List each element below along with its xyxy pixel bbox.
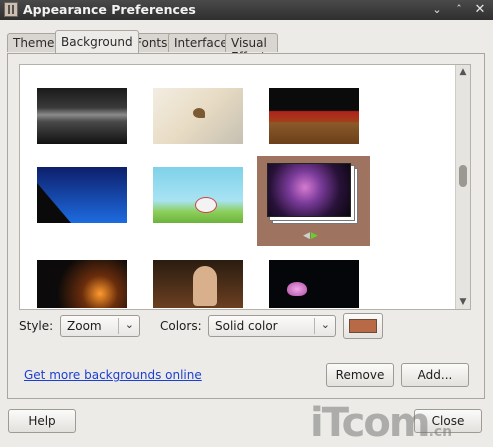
- tab-interface[interactable]: Interface: [168, 33, 234, 52]
- tab-label: Theme: [13, 36, 55, 50]
- chevron-down-icon[interactable]: ⌄: [429, 2, 445, 18]
- tab-label: Background: [61, 35, 133, 49]
- wallpaper-thumbnail[interactable]: [153, 167, 243, 223]
- close-icon[interactable]: ✕: [472, 2, 488, 18]
- scroll-down-icon[interactable]: ▼: [456, 296, 470, 308]
- color-swatch: [349, 319, 377, 333]
- add-button[interactable]: Add...: [401, 363, 469, 387]
- tab-label: Interface: [174, 36, 228, 50]
- watermark-suffix: .cn: [428, 424, 453, 440]
- scrollbar-thumb[interactable]: [459, 165, 467, 187]
- remove-button[interactable]: Remove: [326, 363, 394, 387]
- colors-dropdown[interactable]: Solid color ⌄: [208, 315, 336, 337]
- wallpaper-thumbnail[interactable]: [153, 88, 243, 144]
- watermark-logo: iTcom.cn: [310, 400, 452, 446]
- style-value: Zoom: [67, 319, 102, 333]
- tab-visual-effects[interactable]: Visual Effects: [225, 33, 278, 64]
- wallpaper-thumbnail[interactable]: [37, 260, 127, 308]
- wallpaper-thumbnail[interactable]: [269, 88, 359, 144]
- scroll-up-icon[interactable]: ▲: [456, 66, 470, 78]
- chevron-down-icon: ⌄: [320, 318, 330, 331]
- tab-theme[interactable]: Theme: [7, 33, 61, 52]
- window-title: Appearance Preferences: [23, 2, 196, 17]
- colors-value: Solid color: [215, 319, 278, 333]
- selected-wallpaper[interactable]: ◀▶: [257, 156, 370, 246]
- colors-label: Colors:: [160, 319, 202, 333]
- app-icon: [4, 2, 18, 17]
- gallery-scrollbar[interactable]: ▲ ▼: [455, 65, 470, 309]
- style-label: Style:: [19, 319, 54, 333]
- maximize-icon[interactable]: ˆ: [451, 2, 467, 18]
- tab-label: Fonts: [135, 36, 168, 50]
- tab-background[interactable]: Background: [55, 30, 139, 53]
- wallpaper-thumbnail[interactable]: [37, 167, 127, 223]
- help-button[interactable]: Help: [8, 409, 76, 433]
- style-dropdown[interactable]: Zoom ⌄: [60, 315, 140, 337]
- chevron-down-icon: ⌄: [124, 318, 134, 331]
- wallpaper-preview: [267, 163, 351, 217]
- watermark-main: iTcom: [310, 400, 431, 446]
- color-picker-button[interactable]: [343, 313, 383, 339]
- get-more-backgrounds-link[interactable]: Get more backgrounds online: [24, 368, 202, 382]
- wallpaper-thumbnail[interactable]: [37, 88, 127, 144]
- arrow-icon[interactable]: ◀▶: [303, 231, 319, 241]
- wallpaper-thumbnail[interactable]: [153, 260, 243, 308]
- title-bar[interactable]: Appearance Preferences ⌄ ˆ ✕: [0, 0, 493, 20]
- wallpaper-thumbnail[interactable]: [269, 260, 359, 308]
